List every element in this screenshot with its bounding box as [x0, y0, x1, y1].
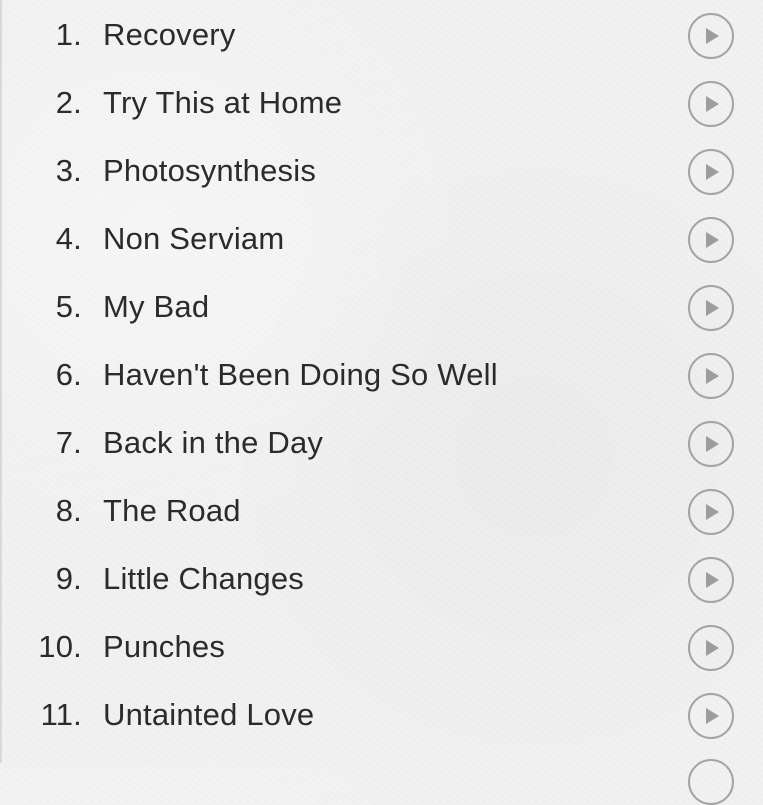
- track-number: 6.: [55, 357, 82, 392]
- play-icon: [706, 164, 719, 180]
- track-number: 10.: [38, 629, 82, 664]
- track-row[interactable]: 3. Photosynthesis: [0, 136, 763, 204]
- play-button[interactable]: [688, 13, 734, 59]
- play-button[interactable]: [688, 625, 734, 671]
- play-icon: [706, 232, 719, 248]
- track-title: Punches: [103, 629, 226, 664]
- play-icon: [706, 28, 719, 44]
- track-number: 1.: [55, 17, 82, 52]
- track-title: Little Changes: [103, 561, 304, 596]
- play-button[interactable]: [688, 217, 734, 263]
- track-title: Haven't Been Doing So Well: [103, 357, 498, 392]
- track-number: 2.: [55, 85, 82, 120]
- track-number: 11.: [40, 697, 82, 732]
- play-icon: [706, 96, 719, 112]
- play-icon: [706, 504, 719, 520]
- track-number: 5.: [55, 289, 82, 324]
- track-number: 3.: [55, 153, 82, 188]
- track-row[interactable]: 11. Untainted Love: [0, 680, 763, 748]
- play-button[interactable]: [688, 149, 734, 195]
- track-title: Recovery: [103, 17, 236, 52]
- track-number: 9.: [55, 561, 82, 596]
- track-row[interactable]: 6. Haven't Been Doing So Well: [0, 340, 763, 408]
- play-icon: [706, 300, 719, 316]
- track-number: 8.: [55, 493, 82, 528]
- track-title: The Road: [103, 493, 241, 528]
- track-number: 4.: [55, 221, 82, 256]
- track-row[interactable]: 5. My Bad: [0, 272, 763, 340]
- play-button-partial[interactable]: [688, 759, 734, 805]
- track-title: Try This at Home: [103, 85, 343, 120]
- play-button[interactable]: [688, 557, 734, 603]
- track-title: Untainted Love: [103, 697, 315, 732]
- play-icon: [706, 640, 719, 656]
- track-number: 7.: [55, 425, 82, 460]
- track-list: 1. Recovery 2. Try This at Home 3. Photo…: [0, 0, 763, 748]
- track-row[interactable]: 8. The Road: [0, 476, 763, 544]
- play-button[interactable]: [688, 421, 734, 467]
- track-row[interactable]: 1. Recovery: [0, 0, 763, 68]
- track-title: Non Serviam: [103, 221, 285, 256]
- track-title: Photosynthesis: [103, 153, 317, 188]
- track-row[interactable]: 10. Punches: [0, 612, 763, 680]
- track-title: My Bad: [103, 289, 210, 324]
- track-title: Back in the Day: [103, 425, 324, 460]
- play-button[interactable]: [688, 285, 734, 331]
- play-button[interactable]: [688, 489, 734, 535]
- play-icon: [706, 368, 719, 384]
- play-button[interactable]: [688, 693, 734, 739]
- track-row[interactable]: 9. Little Changes: [0, 544, 763, 612]
- track-row[interactable]: 4. Non Serviam: [0, 204, 763, 272]
- play-icon: [706, 572, 719, 588]
- play-icon: [706, 708, 719, 724]
- play-icon: [706, 436, 719, 452]
- play-button[interactable]: [688, 81, 734, 127]
- track-row[interactable]: 7. Back in the Day: [0, 408, 763, 476]
- track-row[interactable]: 2. Try This at Home: [0, 68, 763, 136]
- play-button[interactable]: [688, 353, 734, 399]
